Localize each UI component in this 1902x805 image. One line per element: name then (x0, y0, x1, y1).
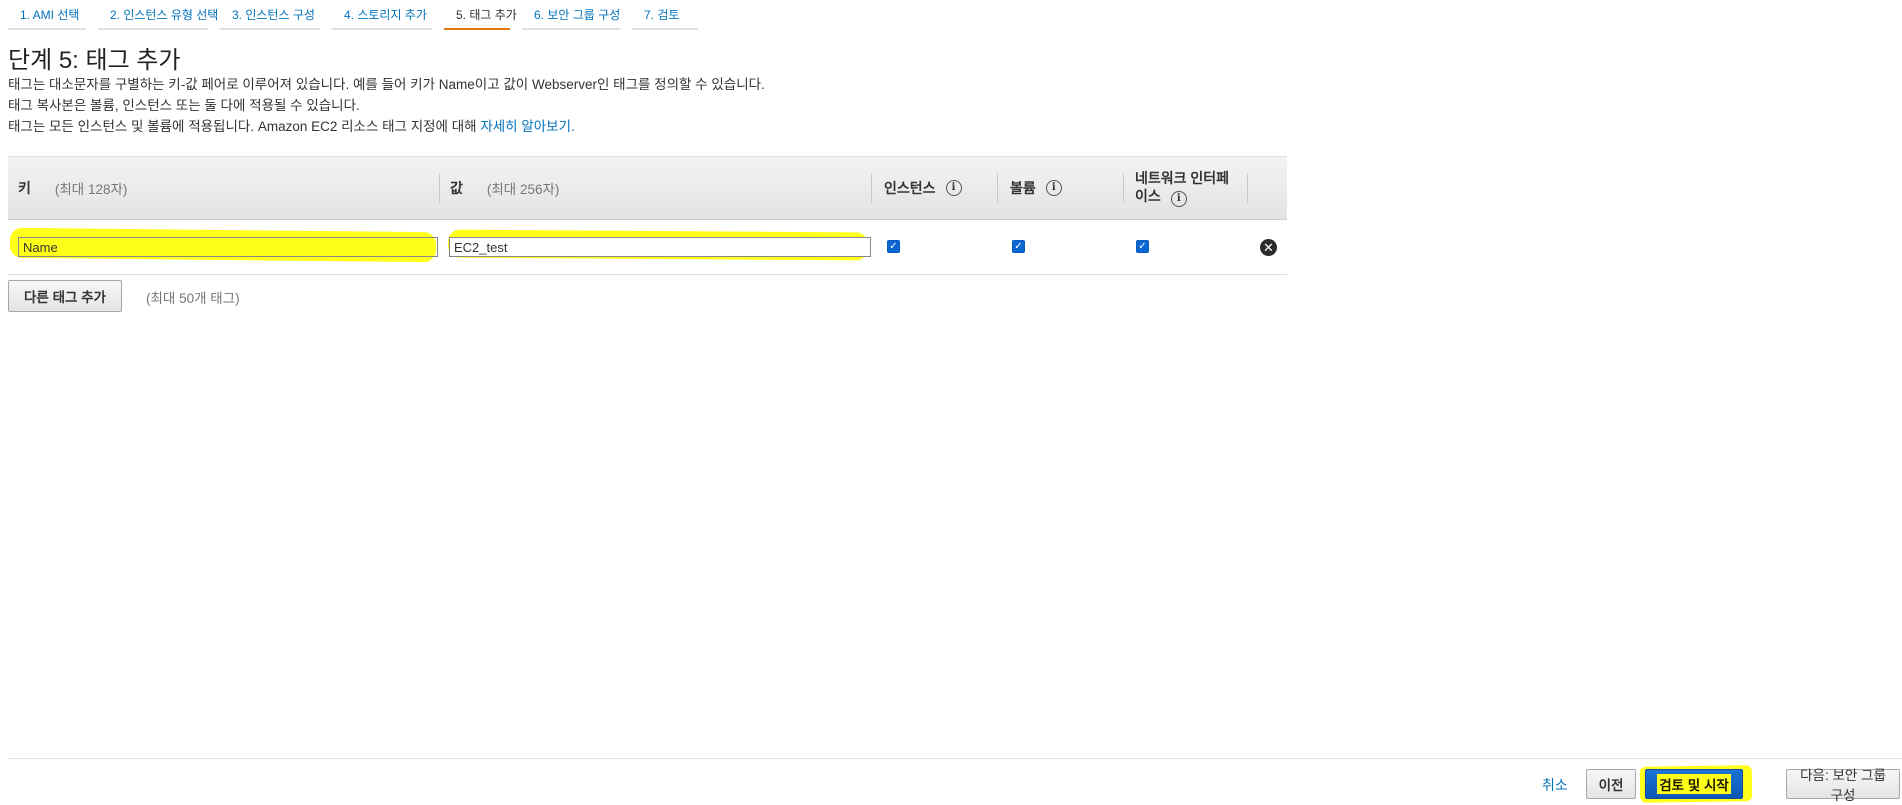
description-line-1: 태그는 대소문자를 구별하는 키-값 페어로 이루어져 있습니다. 예를 들어 … (8, 77, 765, 92)
footer-divider (8, 758, 1902, 759)
previous-button[interactable]: 이전 (1586, 769, 1636, 799)
column-volumes: 볼륨 i (998, 157, 1124, 219)
tab-label: 5. 태그 추가 (456, 8, 517, 22)
tag-limit-note: (최대 50개 태그) (146, 291, 240, 306)
column-volumes-label: 볼륨 (1010, 180, 1036, 196)
tab-add-tags[interactable]: 5. 태그 추가 (444, 0, 517, 30)
info-icon[interactable]: i (1170, 191, 1187, 207)
tab-label: 3. 인스턴스 구성 (232, 8, 315, 22)
column-key-label: 키 (18, 180, 31, 196)
page-title: 단계 5: 태그 추가 (8, 47, 181, 74)
column-value-label: 값 (450, 180, 463, 196)
column-network-label-line2: 이스 i (1135, 187, 1229, 207)
tab-label: 2. 인스턴스 유형 선택 (110, 8, 219, 22)
next-security-group-button[interactable]: 다음: 보안 그룹 구성 (1786, 768, 1900, 803)
volumes-checkbox[interactable]: ✓ (1012, 240, 1025, 253)
description-text: 태그는 모든 인스턴스 및 볼륨에 적용됩니다. Amazon EC2 리소스 … (8, 119, 477, 134)
wizard-steps: 1. AMI 선택 2. 인스턴스 유형 선택 3. 인스턴스 구성 4. 스토… (8, 0, 710, 32)
network-interfaces-checkbox[interactable]: ✓ (1136, 240, 1149, 253)
checkbox-checked-icon: ✓ (1014, 241, 1023, 252)
tab-configure-instance[interactable]: 3. 인스턴스 구성 (220, 0, 320, 30)
column-network-label: 네트워크 인터페 이스 i (1135, 169, 1229, 207)
tab-security-group[interactable]: 6. 보안 그룹 구성 (522, 0, 620, 30)
table-header: 키 (최대 128자) 값 (최대 256자) 인스턴스 i 볼륨 i 네트워크… (8, 156, 1287, 220)
description-line-2: 태그 복사본은 볼륨, 인스턴스 또는 둘 다에 적용될 수 있습니다. (8, 98, 360, 113)
close-icon[interactable]: ✕ (1260, 239, 1277, 256)
review-launch-label: 검토 및 시작 (1657, 774, 1731, 794)
tag-key-input[interactable] (18, 237, 438, 257)
tab-instance-type[interactable]: 2. 인스턴스 유형 선택 (98, 0, 218, 30)
checkbox-checked-icon: ✓ (889, 241, 898, 252)
column-divider (1247, 173, 1248, 203)
column-network-interfaces: 네트워크 인터페 이스 i (1124, 157, 1248, 219)
column-key: 키 (최대 128자) (8, 157, 440, 219)
description-line-3: 태그는 모든 인스턴스 및 볼륨에 적용됩니다. Amazon EC2 리소스 … (8, 115, 575, 135)
column-network-label-text: 이스 (1135, 188, 1161, 204)
info-icon[interactable]: i (945, 180, 962, 196)
table-row: ✓ ✓ ✓ ✕ (8, 220, 1287, 275)
cancel-link[interactable]: 취소 (1542, 775, 1568, 795)
column-instances-label: 인스턴스 (884, 180, 936, 196)
column-key-hint: (최대 128자) (54, 182, 128, 197)
tab-ami-select[interactable]: 1. AMI 선택 (8, 0, 86, 30)
checkbox-checked-icon: ✓ (1138, 241, 1147, 252)
tag-value-input[interactable] (449, 237, 871, 257)
instances-checkbox[interactable]: ✓ (887, 240, 900, 253)
review-launch-button[interactable]: 검토 및 시작 (1645, 769, 1743, 799)
info-icon[interactable]: i (1045, 180, 1062, 196)
tags-table: 키 (최대 128자) 값 (최대 256자) 인스턴스 i 볼륨 i 네트워크… (8, 156, 1287, 275)
column-value: 값 (최대 256자) (440, 157, 872, 219)
column-network-label-line1: 네트워크 인터페 (1135, 170, 1230, 186)
column-instances: 인스턴스 i (872, 157, 998, 219)
tab-review[interactable]: 7. 검토 (632, 0, 698, 30)
tab-label: 4. 스토리지 추가 (344, 8, 427, 22)
learn-more-link[interactable]: 자세히 알아보기. (480, 119, 574, 134)
add-tag-button[interactable]: 다른 태그 추가 (8, 280, 122, 312)
tab-label: 7. 검토 (644, 8, 680, 22)
column-value-hint: (최대 256자) (486, 182, 560, 197)
tab-add-storage[interactable]: 4. 스토리지 추가 (332, 0, 432, 30)
tab-label: 1. AMI 선택 (20, 8, 80, 22)
tab-label: 6. 보안 그룹 구성 (534, 8, 621, 22)
